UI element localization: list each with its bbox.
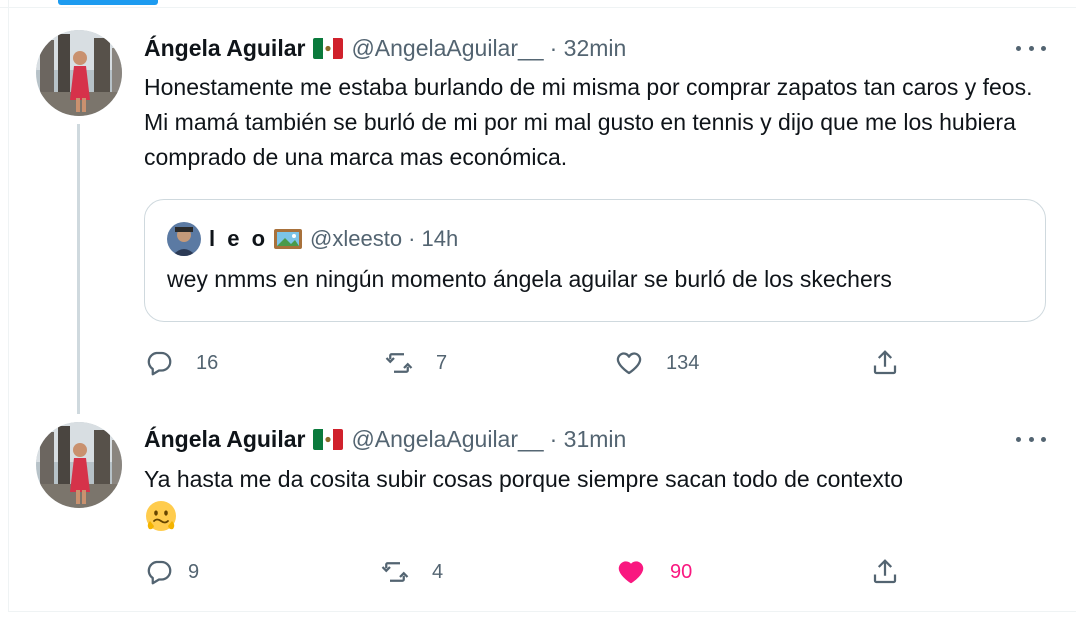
- quoted-tweet-header: l e o @xleesto · 14h: [167, 222, 458, 256]
- like-button[interactable]: 134: [614, 348, 699, 378]
- quoted-tweet-text: wey nmms en ningún momento ángela aguila…: [167, 266, 892, 292]
- retweet-icon: [385, 353, 413, 373]
- divider: [0, 7, 1076, 8]
- retweet-count: 7: [436, 351, 448, 374]
- wavy-mouth-face-emoji: [144, 499, 178, 533]
- more-options-icon[interactable]: [1016, 429, 1046, 449]
- tweet-text: Ya hasta me da cosita subir cosas porque…: [144, 466, 904, 492]
- avatar[interactable]: [36, 30, 122, 116]
- display-name[interactable]: Ángela Aguilar: [144, 35, 305, 62]
- heart-outline-icon: [616, 352, 642, 375]
- handle[interactable]: @AngelaAguilar__: [351, 426, 543, 453]
- mexico-flag-icon: [313, 428, 344, 450]
- reply-count: 16: [196, 351, 219, 374]
- like-count: 90: [670, 560, 693, 583]
- share-icon: [873, 350, 897, 375]
- handle[interactable]: @AngelaAguilar__: [351, 35, 543, 62]
- retweet-count: 4: [432, 560, 444, 583]
- timestamp[interactable]: · 31min: [550, 426, 627, 453]
- reply-button[interactable]: 9: [144, 557, 199, 587]
- like-count: 134: [666, 351, 700, 374]
- share-button[interactable]: [870, 557, 900, 587]
- quoted-tweet[interactable]: l e o @xleesto · 14h wey nmms en ningún …: [144, 199, 1046, 322]
- reply-count: 9: [188, 560, 200, 583]
- quoted-timestamp: · 14h: [408, 226, 459, 251]
- share-button[interactable]: [870, 348, 900, 378]
- quoted-handle: @xleesto: [310, 226, 403, 251]
- reply-icon: [147, 351, 172, 376]
- more-options-icon[interactable]: [1016, 38, 1046, 58]
- share-icon: [873, 559, 897, 584]
- retweet-icon: [381, 562, 409, 582]
- active-tab-indicator: [58, 0, 158, 5]
- thread-connector-line: [77, 124, 80, 414]
- tweet-header: Ángela Aguilar @AngelaAguilar__ · 31min: [144, 422, 626, 456]
- tweet-text: Honestamente me estaba burlando de mi mi…: [144, 74, 1033, 170]
- quoted-display-name: l e o: [209, 226, 269, 251]
- timestamp[interactable]: · 32min: [550, 35, 627, 62]
- like-button[interactable]: 90: [616, 557, 692, 587]
- heart-filled-icon: [618, 561, 644, 584]
- retweet-button[interactable]: 7: [384, 348, 447, 378]
- quoted-avatar: [167, 222, 201, 256]
- reply-icon: [147, 560, 172, 585]
- avatar[interactable]: [36, 422, 122, 508]
- framed-picture-icon: [274, 229, 303, 249]
- display-name[interactable]: Ángela Aguilar: [144, 426, 305, 453]
- tweet-header: Ángela Aguilar @AngelaAguilar__ · 32min: [144, 31, 626, 65]
- mexico-flag-icon: [313, 37, 344, 59]
- reply-button[interactable]: 16: [144, 348, 218, 378]
- retweet-button[interactable]: 4: [380, 557, 443, 587]
